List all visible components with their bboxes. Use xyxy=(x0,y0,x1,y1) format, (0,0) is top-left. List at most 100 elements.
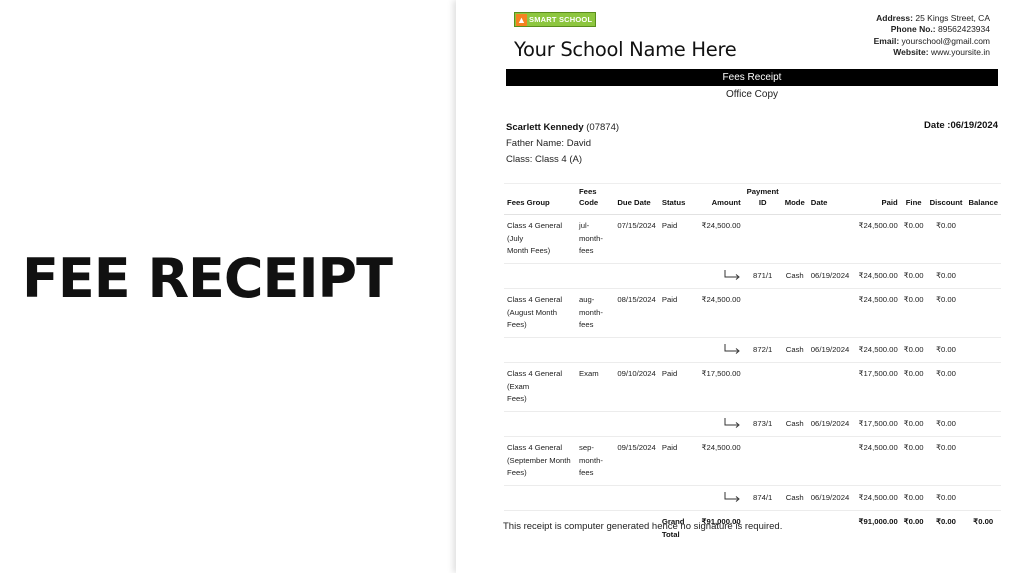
cell-paid: ₹24,500.00 xyxy=(853,214,901,264)
cell-mode: Cash xyxy=(781,485,808,511)
cell-payment-date: 06/19/2024 xyxy=(807,263,854,289)
col-fees-group: Fees Group xyxy=(504,183,576,215)
cell-mode: Cash xyxy=(781,263,808,289)
logo-text: SMART SCHOOL xyxy=(529,15,593,24)
cell-fine: ₹0.00 xyxy=(900,436,927,486)
cell-amount: ₹24,500.00 xyxy=(693,214,744,264)
cell-amount: ₹24,500.00 xyxy=(693,436,744,486)
cell-paid: ₹24,500.00 xyxy=(853,263,901,289)
payment-row: 872/1 Cash 06/19/2024 ₹24,500.00 ₹0.00 ₹… xyxy=(504,337,1001,363)
col-mode: Mode xyxy=(781,183,808,215)
school-contact: Address: 25 Kings Street, CA Phone No.: … xyxy=(874,13,990,59)
contact-address: Address: 25 Kings Street, CA xyxy=(876,13,990,23)
return-arrow-icon xyxy=(724,269,740,280)
logo-torch-icon: ▲ xyxy=(516,13,527,26)
cell-fees-code: aug-month-fees xyxy=(575,288,615,338)
return-arrow-icon xyxy=(724,343,740,354)
student-info: Scarlett Kennedy (07874) Father Name: Da… xyxy=(506,120,619,168)
return-arrow-icon xyxy=(724,491,740,502)
cell-paid: ₹24,500.00 xyxy=(853,436,901,486)
cell-mode: Cash xyxy=(781,411,808,437)
col-status: Status xyxy=(658,183,694,215)
table-row: Class 4 General (August Month Fees) aug-m… xyxy=(504,288,1001,338)
cell-mode: Cash xyxy=(781,337,808,363)
return-arrow-icon xyxy=(724,417,740,428)
cell-status: Paid xyxy=(658,362,694,412)
cell-fees-group: Class 4 General (September Month Fees) xyxy=(504,436,576,486)
cell-payment-date: 06/19/2024 xyxy=(807,337,854,363)
cell-due-date: 09/10/2024 xyxy=(614,362,659,412)
cell-paid: ₹24,500.00 xyxy=(853,485,901,511)
cell-paid: ₹24,500.00 xyxy=(853,337,901,363)
cell-status: Paid xyxy=(658,288,694,338)
col-due-date: Due Date xyxy=(614,183,659,215)
receipt-title-bar: Fees Receipt xyxy=(506,69,998,86)
cell-fine: ₹0.00 xyxy=(900,411,927,437)
cell-discount: ₹0.00 xyxy=(926,436,966,486)
col-paid: Paid xyxy=(853,183,901,215)
cell-fees-group: Class 4 General (August Month Fees) xyxy=(504,288,576,338)
cell-fees-group: Class 4 General (Exam Fees) xyxy=(504,362,576,412)
father-name: Father Name: David xyxy=(506,138,592,149)
footer-note: This receipt is computer generated hence… xyxy=(503,521,783,532)
payment-row: 871/1 Cash 06/19/2024 ₹24,500.00 ₹0.00 ₹… xyxy=(504,263,1001,289)
payment-row: 873/1 Cash 06/19/2024 ₹17,500.00 ₹0.00 ₹… xyxy=(504,411,1001,437)
table-row: Class 4 General (September Month Fees) sep… xyxy=(504,436,1001,486)
total-paid: ₹91,000.00 xyxy=(858,517,898,526)
school-name: Your School Name Here xyxy=(514,38,737,61)
col-fees-code: Fees Code xyxy=(575,183,615,215)
cell-fees-code: sep-month-fees xyxy=(575,436,615,486)
cell-status: Paid xyxy=(658,214,694,264)
cell-discount: ₹0.00 xyxy=(926,214,966,264)
cell-discount: ₹0.00 xyxy=(926,263,966,289)
cell-paid: ₹17,500.00 xyxy=(853,362,901,412)
cell-fees-code: Exam xyxy=(575,362,615,412)
cell-fine: ₹0.00 xyxy=(900,485,927,511)
receipt-date: Date :06/19/2024 xyxy=(924,120,998,131)
total-fine: ₹0.00 xyxy=(903,517,924,526)
col-payment-id: Payment ID xyxy=(743,183,782,215)
col-discount: Discount xyxy=(926,183,966,215)
cell-paid: ₹24,500.00 xyxy=(853,288,901,338)
payment-row: 874/1 Cash 06/19/2024 ₹24,500.00 ₹0.00 ₹… xyxy=(504,485,1001,511)
cell-status: Paid xyxy=(658,436,694,486)
table-header: Fees Group Fees Code Due Date Status Amo… xyxy=(504,183,1001,215)
total-balance: ₹0.00 xyxy=(973,517,994,526)
school-logo: ▲ SMART SCHOOL xyxy=(514,12,597,27)
cell-fees-code: jul-month-fees xyxy=(575,214,615,264)
cell-amount: ₹17,500.00 xyxy=(693,362,744,412)
cell-payment-date: 06/19/2024 xyxy=(807,485,854,511)
student-name-line: Scarlett Kennedy (07874) xyxy=(506,120,619,136)
fee-receipt-heading: FEE RECEIPT xyxy=(22,247,393,310)
cell-fine: ₹0.00 xyxy=(900,263,927,289)
contact-email: Email: yourschool@gmail.com xyxy=(873,35,990,46)
table-row: Class 4 General (Exam Fees) Exam 09/10/20… xyxy=(504,362,1001,412)
cell-payment-id: 874/1 xyxy=(743,485,782,511)
cell-fine: ₹0.00 xyxy=(900,362,927,412)
student-name: Scarlett Kennedy xyxy=(506,122,584,133)
student-class: Class: Class 4 (A) xyxy=(506,154,583,165)
cell-discount: ₹0.00 xyxy=(926,485,966,511)
cell-discount: ₹0.00 xyxy=(926,411,966,437)
col-balance: Balance xyxy=(965,183,1001,215)
contact-phone: Phone No.: 89562423934 xyxy=(890,24,990,35)
contact-website: Website: www.yoursite.in xyxy=(893,47,990,58)
receipt-page: ▲ SMART SCHOOL Your School Name Here Add… xyxy=(456,0,1033,573)
cell-fine: ₹0.00 xyxy=(900,214,927,264)
cell-amount: ₹24,500.00 xyxy=(693,288,744,338)
fees-table: Fees Group Fees Code Due Date Status Amo… xyxy=(504,183,1001,546)
cell-discount: ₹0.00 xyxy=(926,362,966,412)
cell-due-date: 08/15/2024 xyxy=(614,288,659,338)
cell-fine: ₹0.00 xyxy=(900,337,927,363)
cell-fees-group: Class 4 General (July Month Fees) xyxy=(504,214,576,264)
cell-payment-id: 871/1 xyxy=(743,263,782,289)
admission-number: (07874) xyxy=(586,122,620,133)
total-discount: ₹0.00 xyxy=(936,517,956,526)
cell-payment-id: 872/1 xyxy=(743,337,782,363)
cell-due-date: 07/15/2024 xyxy=(614,214,659,264)
col-amount: Amount xyxy=(693,183,744,215)
cell-paid: ₹17,500.00 xyxy=(853,411,901,437)
copy-label: Office Copy xyxy=(725,89,779,100)
cell-payment-id: 873/1 xyxy=(743,411,782,437)
cell-discount: ₹0.00 xyxy=(926,337,966,363)
